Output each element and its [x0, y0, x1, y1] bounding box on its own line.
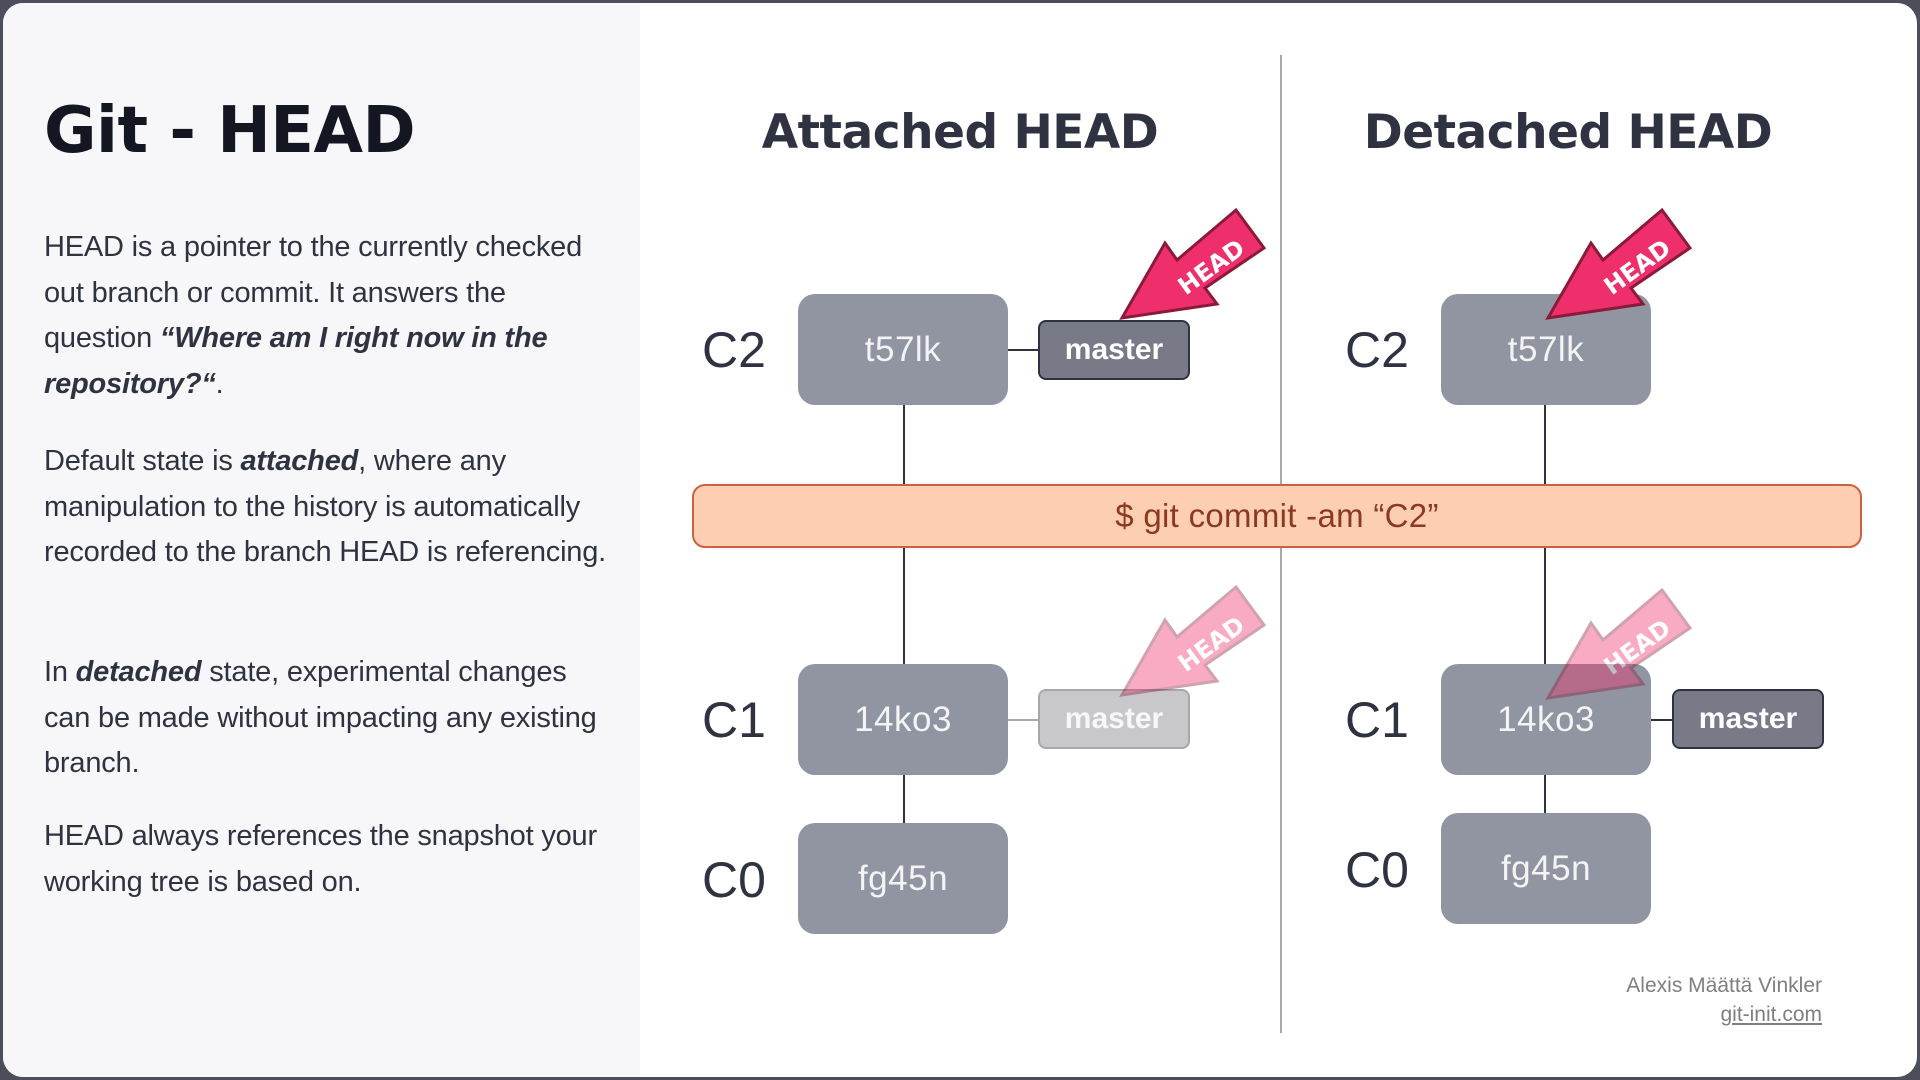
- paragraph-text: Default state is: [44, 445, 241, 477]
- head-arrow-attached-after: HEAD: [1119, 207, 1267, 320]
- paragraph-text: HEAD always references the snapshot your…: [44, 820, 597, 898]
- commit-node-c0[interactable]: fg45n: [1441, 813, 1651, 924]
- commit-label-c1: C1: [1345, 692, 1409, 748]
- head-arrow-detached-after: HEAD: [1545, 207, 1693, 320]
- commit-label-c2: C2: [702, 322, 766, 378]
- branch-master-after[interactable]: master: [1038, 320, 1190, 380]
- emphasis-detached: detached: [75, 656, 202, 688]
- commit-hash: t57lk: [1507, 329, 1585, 369]
- explanation-panel: Git - HEAD HEAD is a pointer to the curr…: [3, 3, 640, 1077]
- paragraph-text: .: [215, 367, 224, 400]
- commit-label-c0: C0: [702, 852, 766, 908]
- commit-label-c0: C0: [1345, 842, 1409, 898]
- paragraph-text: In: [44, 656, 76, 688]
- paragraph-detached: In detached state, experimental changes …: [44, 650, 614, 787]
- branch-connector-faded: [1008, 719, 1038, 721]
- commit-hash: t57lk: [864, 329, 942, 369]
- history-edge-c1-c0: [1544, 775, 1546, 815]
- branch-connector: [1651, 719, 1673, 721]
- history-edge-c1-c0: [903, 775, 905, 825]
- branch-name: master: [1064, 702, 1164, 735]
- credits: Alexis Määttä Vinkler git-init.com: [1626, 971, 1822, 1029]
- head-arrow-attached-before: HEAD: [1119, 584, 1267, 697]
- site-link[interactable]: git-init.com: [1626, 1000, 1822, 1029]
- commit-node-c0[interactable]: fg45n: [798, 823, 1008, 934]
- commit-label-c1: C1: [702, 692, 766, 748]
- commit-hash: fg45n: [857, 858, 949, 898]
- detached-head-title: Detached HEAD: [1363, 105, 1773, 160]
- branch-name: master: [1064, 333, 1164, 366]
- infographic-card: Git - HEAD HEAD is a pointer to the curr…: [3, 3, 1917, 1077]
- paragraph-definition: HEAD is a pointer to the currently check…: [44, 225, 614, 407]
- head-arrow-detached-before: HEAD: [1545, 587, 1693, 700]
- commit-hash: 14ko3: [854, 699, 952, 739]
- commit-node-c2[interactable]: t57lk: [798, 294, 1008, 405]
- branch-connector: [1008, 349, 1038, 351]
- emphasis-attached: attached: [240, 445, 359, 477]
- git-command-text: $ git commit -am “C2”: [1115, 497, 1439, 534]
- attached-head-title: Attached HEAD: [761, 105, 1159, 160]
- page-title: Git - HEAD: [44, 94, 416, 168]
- branch-name: master: [1698, 702, 1798, 735]
- commit-hash: fg45n: [1500, 848, 1592, 888]
- paragraph-attached: Default state is attached, where any man…: [44, 439, 614, 576]
- author-name: Alexis Määttä Vinkler: [1626, 974, 1822, 997]
- commit-node-c1[interactable]: 14ko3: [798, 664, 1008, 775]
- git-command-bar: $ git commit -am “C2”: [692, 484, 1862, 548]
- commit-label-c2: C2: [1345, 322, 1409, 378]
- paragraph-snapshot: HEAD always references the snapshot your…: [44, 814, 614, 905]
